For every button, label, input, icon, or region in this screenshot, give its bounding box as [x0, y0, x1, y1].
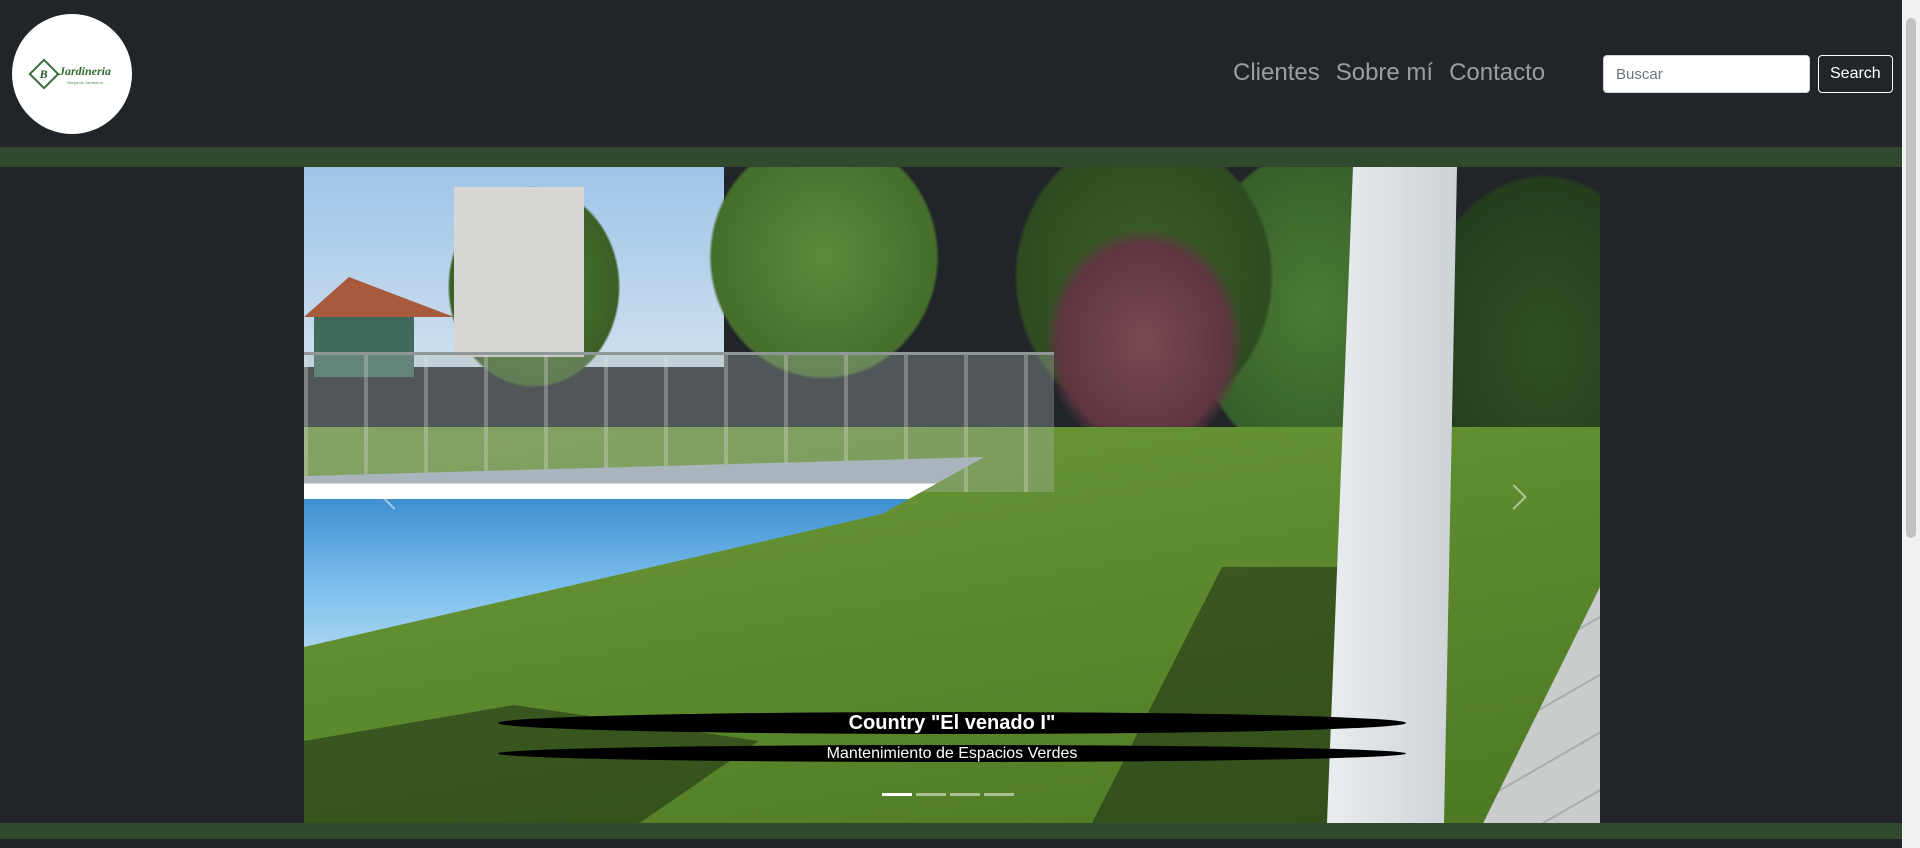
- logo-subtitle: Benjamin Jardinería: [67, 79, 103, 85]
- brand-logo[interactable]: B Jardineria Benjamin Jardinería: [12, 14, 132, 134]
- carousel-indicator-4[interactable]: [984, 793, 1014, 796]
- chevron-right-icon: [1501, 484, 1527, 510]
- nav-links: Clientes Sobre mí Contacto: [1233, 58, 1545, 88]
- carousel-indicator-1[interactable]: [882, 793, 912, 796]
- scene-house: [454, 187, 584, 357]
- carousel-indicator-3[interactable]: [950, 793, 980, 796]
- logo-title: Jardineria: [58, 63, 111, 78]
- caption-subtitle: Mantenimiento de Espacios Verdes: [498, 745, 1406, 762]
- search-input[interactable]: [1603, 55, 1810, 93]
- leaf-diamond-icon: B: [28, 58, 60, 90]
- nav-link-sobre-mi[interactable]: Sobre mí: [1336, 58, 1433, 88]
- logo-mark-letter: B: [39, 66, 48, 81]
- nav-link-contacto[interactable]: Contacto: [1449, 58, 1545, 88]
- page-scrollbar[interactable]: [1902, 0, 1920, 848]
- search-form: Search: [1603, 55, 1893, 93]
- hero-carousel: Country "El venado I" Mantenimiento de E…: [304, 167, 1600, 823]
- nav-link-clientes[interactable]: Clientes: [1233, 58, 1320, 88]
- carousel-indicator-2[interactable]: [916, 793, 946, 796]
- search-button[interactable]: Search: [1818, 55, 1893, 93]
- top-green-band: [0, 147, 1902, 167]
- bottom-green-band: [0, 823, 1902, 839]
- scrollbar-thumb[interactable]: [1906, 18, 1916, 538]
- chevron-left-icon: [381, 484, 407, 510]
- caption-title: Country "El venado I": [498, 712, 1406, 734]
- carousel-indicators: [882, 793, 1014, 796]
- carousel-prev-button[interactable]: [354, 427, 434, 567]
- logo-graphic: B Jardineria Benjamin Jardinería: [28, 58, 111, 90]
- navbar: B Jardineria Benjamin Jardinería Cliente…: [0, 0, 1902, 147]
- logo-text: Jardineria Benjamin Jardinería: [59, 64, 111, 85]
- carousel-next-button[interactable]: [1474, 427, 1554, 567]
- scene-palm: [1044, 227, 1244, 457]
